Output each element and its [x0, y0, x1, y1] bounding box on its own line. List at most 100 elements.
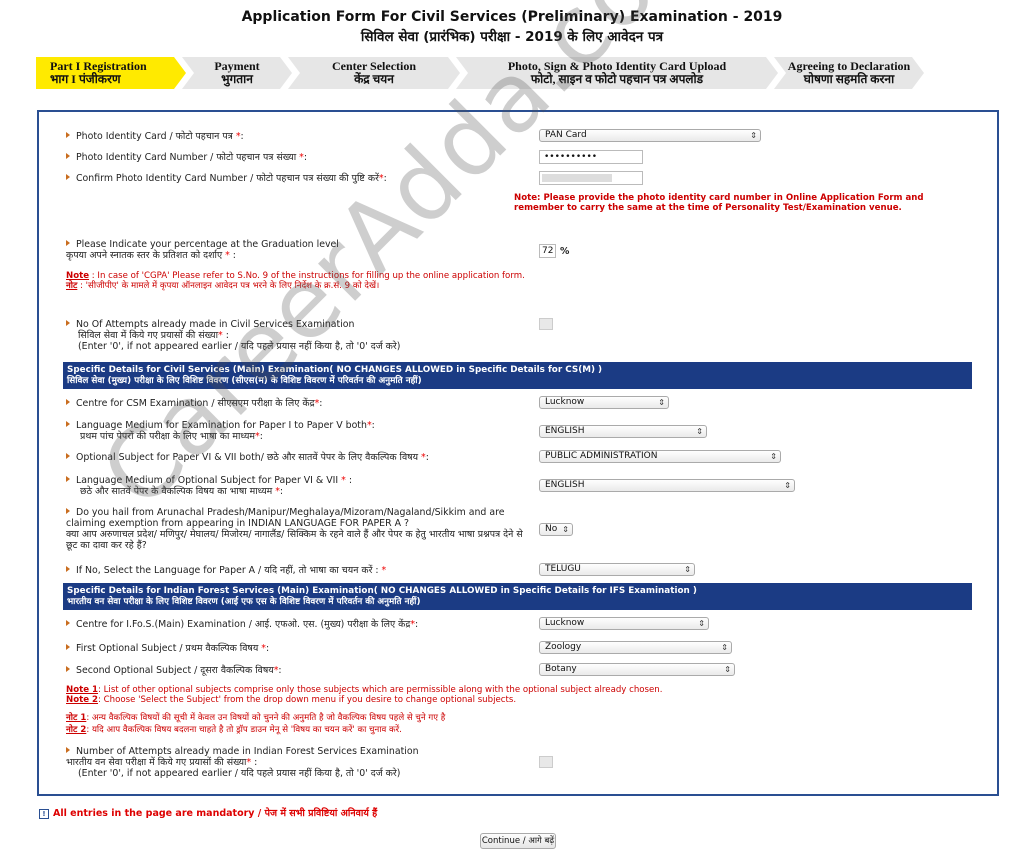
bullet-icon: [66, 320, 70, 326]
note-label: नोट: [66, 281, 78, 291]
ifs-attempts-label: Number of Attempts already made in India…: [66, 746, 419, 779]
required-mark: *: [235, 131, 241, 142]
confirm-photo-id-label: Confirm Photo Identity Card Number / फोट…: [66, 173, 387, 184]
label-text: Optional Subject for Paper VI & VII both…: [76, 452, 422, 463]
chevron-updown-icon: ⇕: [784, 481, 791, 490]
label-text: Photo Identity Card / फोटो पहचान पत्र: [76, 131, 236, 142]
required-mark: *: [273, 665, 279, 676]
csm-medium-label: Language Medium for Examination for Pape…: [66, 420, 375, 442]
photo-id-number-input[interactable]: ••••••••••: [539, 150, 643, 164]
required-mark: *: [410, 619, 415, 630]
required-mark: *: [255, 431, 260, 442]
progress-steps: Part I Registration भाग I पंजीकरण Paymen…: [36, 57, 926, 91]
select-value: TELUGU: [545, 564, 581, 574]
note-label: नोट 2: [66, 725, 87, 735]
required-mark: *: [421, 452, 426, 463]
note-text: : 'सीजीपीए' के मामले में कृपया ऑनलाइन आव…: [77, 281, 380, 291]
bullet-icon: [66, 508, 70, 514]
step-declaration: Agreeing to Declaration घोषणा सहमति करना: [774, 57, 924, 89]
ifs-centre-select[interactable]: Lucknow ⇕: [539, 617, 709, 630]
label-text: Language Medium for Examination for Pape…: [76, 420, 367, 431]
hint-text: (Enter '0', if not appeared earlier / यद…: [78, 341, 401, 352]
bullet-icon: [66, 453, 70, 459]
csm-section-header: Specific Details for Civil Services (Mai…: [63, 362, 972, 389]
select-value: ENGLISH: [545, 426, 585, 436]
csm-centre-select[interactable]: Lucknow ⇕: [539, 396, 669, 409]
first-optional-label: First Optional Subject / प्रथम वैकल्पिक …: [66, 643, 269, 654]
required-mark: *: [366, 420, 372, 431]
mandatory-text: All entries in the page are mandatory / …: [53, 808, 378, 819]
first-optional-select[interactable]: Zoology ⇕: [539, 641, 732, 654]
note-text: : Choose 'Select the Subject' from the d…: [98, 695, 517, 705]
paper-a-select[interactable]: TELUGU ⇕: [539, 563, 695, 576]
step-payment: Payment भुगतान: [182, 57, 292, 89]
graduation-label: Please Indicate your percentage at the G…: [66, 239, 339, 261]
page-title: Application Form For Civil Services (Pre…: [241, 9, 783, 25]
label-text-hindi: भारतीय वन सेवा परीक्षा में किये गए प्रया…: [66, 757, 247, 768]
required-mark: *: [261, 643, 266, 654]
required-mark: *: [378, 173, 384, 184]
note-label: नोट 1: [66, 713, 87, 723]
bullet-icon: [66, 620, 70, 626]
required-mark: *: [246, 757, 252, 768]
attempts-cse-label: No Of Attempts already made in Civil Ser…: [66, 319, 400, 352]
step-registration: Part I Registration भाग I पंजीकरण: [36, 57, 186, 89]
attempts-cse-input[interactable]: [539, 318, 553, 330]
select-value: Zoology: [545, 642, 582, 652]
label-text: Language Medium of Optional Subject for …: [76, 475, 342, 486]
chevron-updown-icon: ⇕: [698, 619, 705, 628]
continue-button[interactable]: Continue / आगे बढ़ें: [480, 833, 556, 849]
step-center-selection: Center Selection केंद्र चयन: [288, 57, 460, 89]
chevron-updown-icon: ⇕: [770, 452, 777, 461]
chevron-updown-icon: ⇕: [721, 643, 728, 652]
csm-centre-label: Centre for CSM Examination / सीएसएम परीक…: [66, 398, 322, 409]
label-text: First Optional Subject / प्रथम वैकल्पिक …: [76, 643, 262, 654]
ne-state-select[interactable]: No ⇕: [539, 523, 573, 536]
percent-sign: %: [560, 246, 570, 257]
label-text: Second Optional Subject / दूसरा वैकल्पिक…: [76, 665, 274, 676]
chevron-updown-icon: ⇕: [750, 131, 757, 140]
ifs-attempts-input[interactable]: [539, 756, 553, 768]
cgpa-note-hindi: नोट : 'सीजीपीए' के मामले में कृपया ऑनलाइ…: [66, 281, 379, 291]
bullet-icon: [66, 644, 70, 650]
section-title: Specific Details for Indian Forest Servi…: [67, 586, 697, 596]
mandatory-notice: ! All entries in the page are mandatory /…: [39, 806, 377, 819]
label-text: No Of Attempts already made in Civil Ser…: [76, 319, 355, 330]
select-value: PAN Card: [545, 130, 587, 140]
label-text: Do you hail from Arunachal Pradesh/Manip…: [66, 507, 505, 529]
csm-optional-medium-label: Language Medium of Optional Subject for …: [66, 475, 352, 497]
label-text-hindi: छठे और सातवें पेपर के वैकल्पिक विषय का भ…: [80, 486, 276, 497]
chevron-updown-icon: ⇕: [658, 398, 665, 407]
confirm-photo-id-input[interactable]: [539, 171, 643, 185]
label-text: Number of Attempts already made in India…: [76, 746, 419, 757]
ne-state-label: Do you hail from Arunachal Pradesh/Manip…: [66, 507, 536, 551]
step-upload: Photo, Sign & Photo Identity Card Upload…: [456, 57, 778, 89]
bullet-icon: [66, 566, 70, 572]
note-label: Note 2: [66, 695, 99, 705]
label-text-hindi: सिविल सेवा में किये गए प्रयासों की संख्य…: [78, 330, 219, 341]
required-mark: *: [218, 330, 223, 341]
csm-medium-select[interactable]: ENGLISH ⇕: [539, 425, 707, 438]
required-mark: *: [225, 250, 230, 261]
bullet-icon: [66, 399, 70, 405]
select-value: PUBLIC ADMINISTRATION: [545, 451, 658, 461]
optional-note-2: Note 2: Choose 'Select the Subject' from…: [66, 695, 516, 705]
select-value: No: [545, 524, 558, 534]
ifs-section-header: Specific Details for Indian Forest Servi…: [63, 583, 972, 610]
select-value: Lucknow: [545, 397, 585, 407]
bullet-icon: [66, 421, 70, 427]
second-optional-select[interactable]: Botany ⇕: [539, 663, 735, 676]
bullet-icon: [66, 747, 70, 753]
graduation-percentage-input[interactable]: 72: [539, 244, 556, 258]
chevron-updown-icon: ⇕: [724, 665, 731, 674]
required-mark: *: [381, 565, 387, 576]
bullet-icon: [66, 666, 70, 672]
select-value: ENGLISH: [545, 480, 585, 490]
csm-optional-select[interactable]: PUBLIC ADMINISTRATION ⇕: [539, 450, 781, 463]
hint-text: (Enter '0', if not appeared earlier / यद…: [78, 768, 401, 779]
note-label: Note 1: [66, 685, 99, 695]
photo-id-select[interactable]: PAN Card ⇕: [539, 129, 761, 142]
csm-optional-medium-select[interactable]: ENGLISH ⇕: [539, 479, 795, 492]
note-text: : अन्य वैकल्पिक विषयों की सूची में केवल …: [86, 713, 446, 723]
optional-note-1: Note 1: List of other optional subjects …: [66, 685, 662, 695]
